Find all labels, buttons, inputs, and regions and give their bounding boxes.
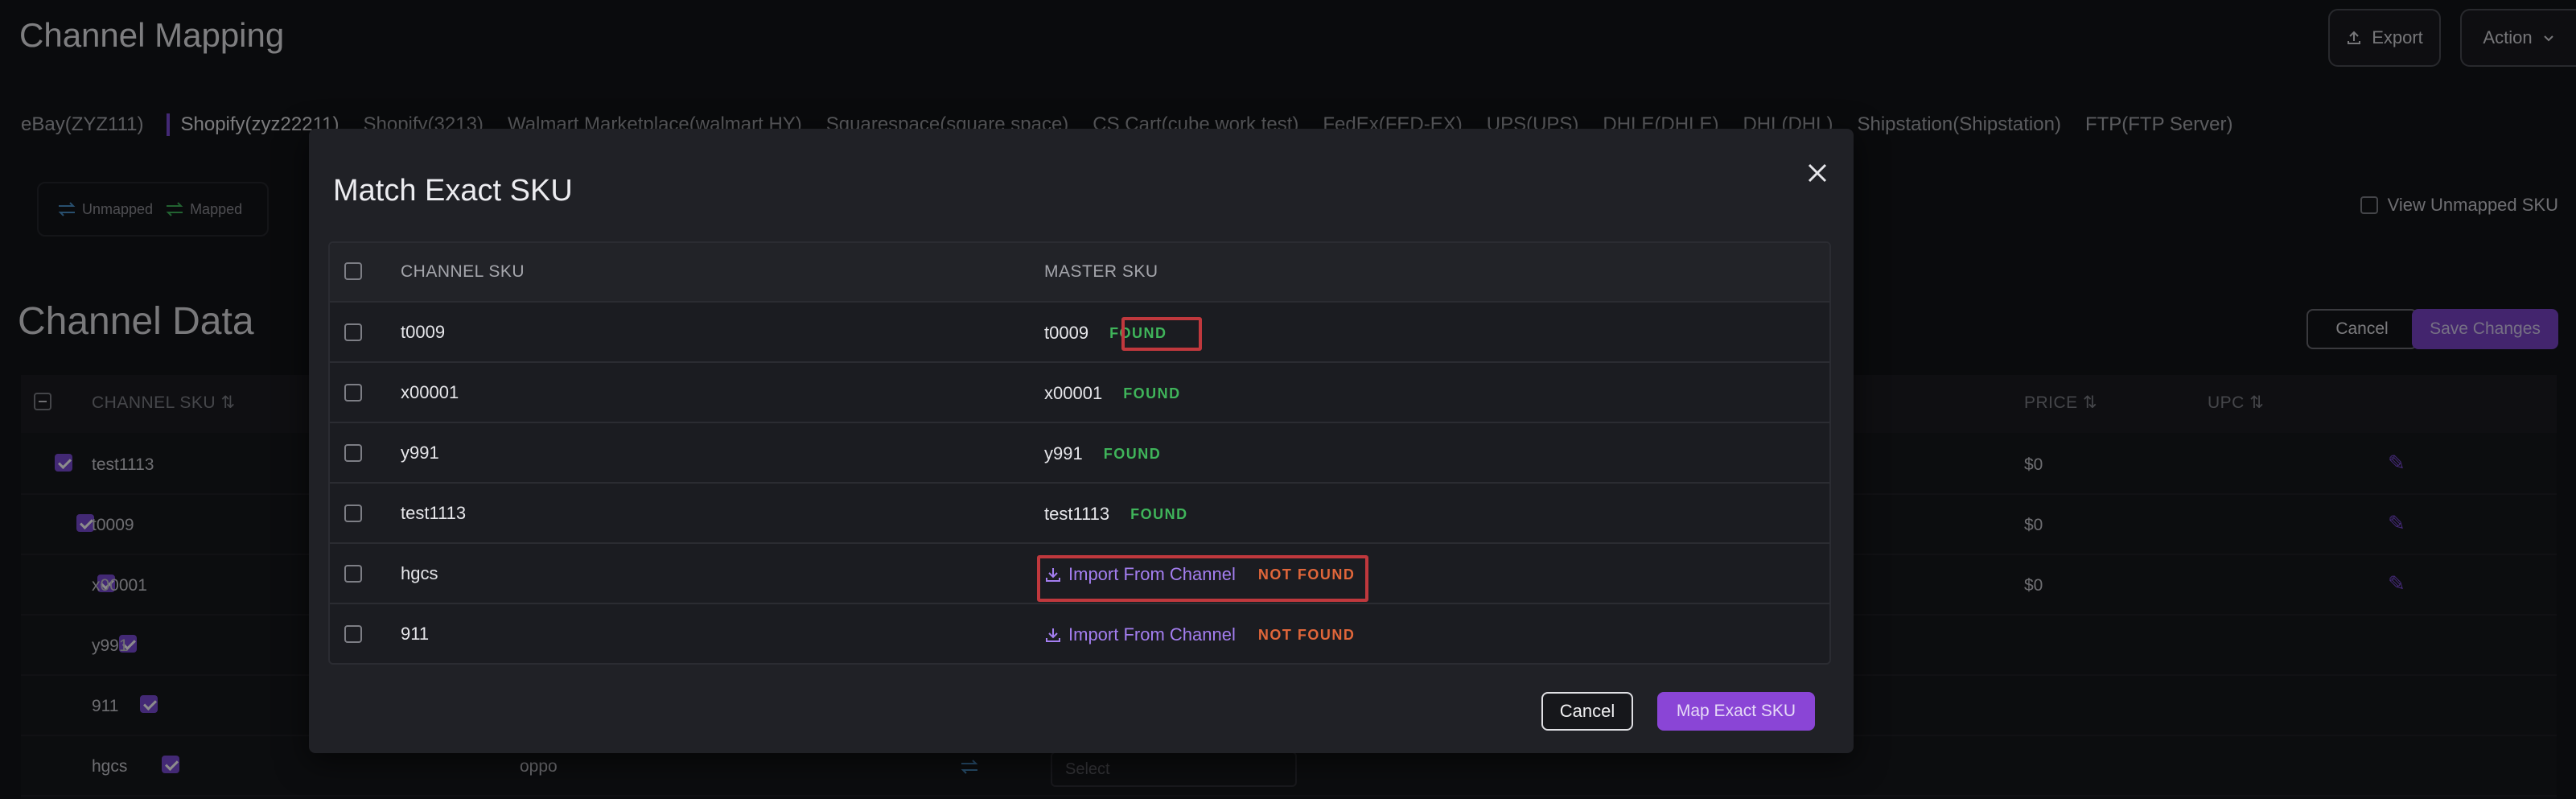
table-row: x00001 x00001 FOUND	[330, 363, 1829, 423]
master-sku-cell: test1113 FOUND	[1044, 495, 1188, 533]
row-checkbox[interactable]	[344, 384, 362, 402]
master-sku: test1113	[1044, 504, 1110, 524]
master-sku-cell: Import From Channel NOT FOUND	[1044, 555, 1355, 594]
sku-match-table: CHANNEL SKU MASTER SKU t0009 t0009 FOUND…	[328, 241, 1831, 665]
channel-sku: hgcs	[401, 563, 438, 583]
close-icon	[1808, 163, 1827, 183]
master-sku-cell: y991 FOUND	[1044, 435, 1161, 473]
download-icon	[1046, 568, 1060, 582]
master-sku: y991	[1044, 443, 1083, 463]
download-icon	[1046, 628, 1060, 642]
import-from-channel-link[interactable]: Import From Channel	[1044, 624, 1236, 645]
close-button[interactable]	[1799, 154, 1836, 192]
row-checkbox[interactable]	[344, 565, 362, 583]
table-row: test1113 test1113 FOUND	[330, 484, 1829, 544]
table-row: y991 y991 FOUND	[330, 423, 1829, 484]
channel-sku: y991	[401, 443, 439, 463]
column-master-sku: MASTER SKU	[1044, 262, 1158, 281]
row-checkbox[interactable]	[344, 625, 362, 643]
table-row: t0009 t0009 FOUND	[330, 303, 1829, 363]
channel-sku: x00001	[401, 382, 459, 402]
channel-sku: t0009	[401, 322, 446, 342]
column-channel-sku: CHANNEL SKU	[401, 262, 525, 281]
import-label: Import From Channel	[1068, 624, 1236, 645]
row-checkbox[interactable]	[344, 323, 362, 341]
channel-sku: test1113	[401, 503, 467, 523]
map-exact-sku-button[interactable]: Map Exact SKU	[1657, 692, 1815, 731]
master-sku: t0009	[1044, 323, 1089, 343]
status-badge: FOUND	[1123, 385, 1181, 402]
table-header: CHANNEL SKU MASTER SKU	[330, 243, 1829, 303]
status-badge: FOUND	[1130, 505, 1188, 522]
row-checkbox[interactable]	[344, 505, 362, 522]
row-checkbox[interactable]	[344, 444, 362, 462]
channel-sku: 911	[401, 624, 430, 644]
master-sku-cell: x00001 FOUND	[1044, 374, 1181, 413]
match-exact-sku-modal: Match Exact SKU CHANNEL SKU MASTER SKU t…	[309, 129, 1854, 753]
table-row: 911 Import From Channel NOT FOUND	[330, 604, 1829, 663]
status-badge: NOT FOUND	[1257, 566, 1356, 583]
master-sku-cell: Import From Channel NOT FOUND	[1044, 616, 1355, 654]
select-all-checkbox[interactable]	[344, 262, 362, 280]
modal-cancel-button[interactable]: Cancel	[1541, 692, 1633, 731]
master-sku: x00001	[1044, 383, 1103, 403]
table-row: hgcs Import From Channel NOT FOUND	[330, 544, 1829, 604]
import-from-channel-link[interactable]: Import From Channel	[1044, 564, 1236, 585]
modal-title: Match Exact SKU	[333, 174, 573, 208]
status-badge: FOUND	[1103, 445, 1162, 462]
master-sku-cell: t0009 FOUND	[1044, 314, 1167, 352]
status-badge: FOUND	[1109, 324, 1167, 341]
import-label: Import From Channel	[1068, 564, 1236, 584]
status-badge: NOT FOUND	[1257, 626, 1356, 643]
